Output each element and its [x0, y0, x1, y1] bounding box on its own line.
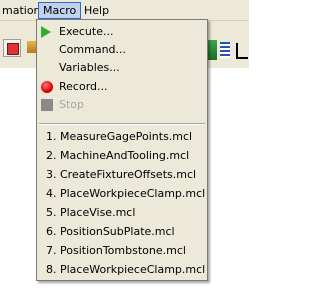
stop-icon	[41, 99, 53, 111]
macro-dropdown-menu: Execute... Command... Variables... Recor…	[36, 19, 208, 281]
menu-item-record-label: Record...	[59, 80, 108, 93]
recent-macro-label: 7. PositionTombstone.mcl	[46, 244, 186, 257]
recent-macro-label: 6. PositionSubPlate.mcl	[46, 225, 175, 238]
menu-item-record[interactable]: Record...	[37, 78, 207, 96]
recent-macro-label: 1. MeasureGagePoints.mcl	[46, 130, 193, 143]
menu-help[interactable]: Help	[80, 3, 113, 19]
menu-item-variables-label: Variables...	[59, 61, 120, 74]
recent-macro-3[interactable]: 3. CreateFixtureOffsets.mcl	[37, 166, 207, 184]
menu-macro[interactable]: Macro	[38, 2, 82, 19]
recent-macro-label: 2. MachineAndTooling.mcl	[46, 149, 190, 162]
menu-item-stop-label: Stop	[59, 98, 85, 111]
menu-item-execute-label: Execute...	[59, 25, 114, 38]
menu-item-variables[interactable]: Variables...	[37, 59, 207, 77]
toolbar-button-left[interactable]	[3, 39, 21, 57]
recent-macro-1[interactable]: 1. MeasureGagePoints.mcl	[37, 128, 207, 146]
recent-macro-label: 8. PlaceWorkpieceClamp.mcl	[46, 263, 206, 276]
recent-macro-label: 3. CreateFixtureOffsets.mcl	[46, 168, 197, 181]
recent-macro-4[interactable]: 4. PlaceWorkpieceClamp.mcl	[37, 185, 207, 203]
record-icon	[41, 81, 53, 93]
recent-macro-6[interactable]: 6. PositionSubPlate.mcl	[37, 223, 207, 241]
menu-item-execute[interactable]: Execute...	[37, 23, 207, 41]
recent-macro-7[interactable]: 7. PositionTombstone.mcl	[37, 242, 207, 260]
recent-macro-label: 5. PlaceVise.mcl	[46, 206, 136, 219]
menu-bar: mation Macro Help	[0, 0, 249, 21]
play-icon	[41, 26, 53, 38]
menu-item-command[interactable]: Command...	[37, 41, 207, 59]
recent-macro-5[interactable]: 5. PlaceVise.mcl	[37, 204, 207, 222]
toolbar-green-icon[interactable]	[207, 40, 217, 60]
recent-macro-2[interactable]: 2. MachineAndTooling.mcl	[37, 147, 207, 165]
menu-separator	[39, 123, 205, 125]
toolbar-list-icon[interactable]	[218, 40, 232, 60]
toolbar-graph-icon[interactable]	[234, 40, 248, 60]
recent-macro-label: 4. PlaceWorkpieceClamp.mcl	[46, 187, 206, 200]
menu-item-stop: Stop	[37, 96, 207, 114]
menu-item-command-label: Command...	[59, 43, 127, 56]
recent-macro-8[interactable]: 8. PlaceWorkpieceClamp.mcl	[37, 261, 207, 279]
